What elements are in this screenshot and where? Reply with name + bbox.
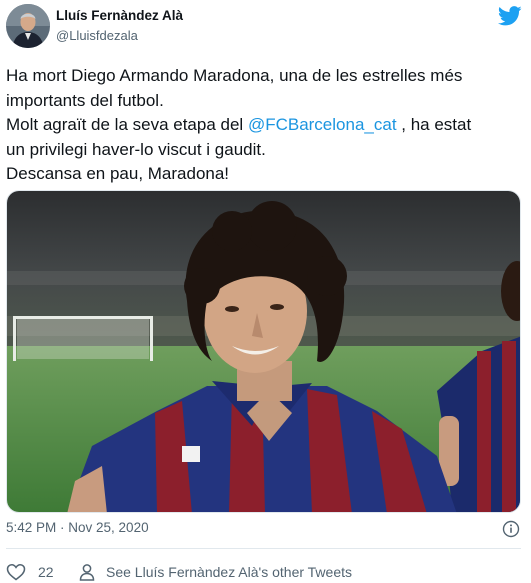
author-handle[interactable]: @Lluisfdezala <box>56 28 138 43</box>
info-icon[interactable] <box>502 520 520 538</box>
author-avatar[interactable] <box>6 4 50 48</box>
tweet-photo[interactable] <box>6 190 521 513</box>
tweet-text-line-3-before: Molt agraït de la seva etapa del <box>6 115 248 134</box>
twitter-bird-icon[interactable] <box>497 6 522 26</box>
tweet-text-line-4: un privilegi haver-lo viscut i gaudit. <box>6 139 266 159</box>
like-button[interactable]: 22 <box>6 562 54 582</box>
heart-icon <box>6 564 26 581</box>
tweet-text-line-2: importants del futbol. <box>6 90 164 110</box>
mention-link[interactable]: @FCBarcelona_cat <box>248 115 397 134</box>
author-name[interactable]: Lluís Fernàndez Alà <box>56 8 183 23</box>
footer-divider <box>6 548 521 549</box>
see-other-tweets-label: See Lluís Fernàndez Alà's other Tweets <box>106 564 353 580</box>
tweet-text-line-1: Ha mort Diego Armando Maradona, una de l… <box>6 66 463 85</box>
tweet-timestamp[interactable]: 5:42 PM · Nov 25, 2020 <box>6 520 149 535</box>
tweet-text-line-3: Molt agraït de la seva etapa del @FCBarc… <box>6 113 521 138</box>
person-icon <box>79 564 95 581</box>
tweet-text-line-5: Descansa en pau, Maradona! <box>6 164 230 183</box>
see-other-tweets-link[interactable]: See Lluís Fernàndez Alà's other Tweets <box>78 562 352 582</box>
tweet-embed-card: Lluís Fernàndez Alà @Lluisfdezala Ha mor… <box>0 0 531 583</box>
like-count: 22 <box>38 564 54 580</box>
tweet-text: Ha mort Diego Armando Maradona, una de l… <box>6 64 521 187</box>
tweet-text-line-3-after: , ha estat <box>396 115 472 134</box>
